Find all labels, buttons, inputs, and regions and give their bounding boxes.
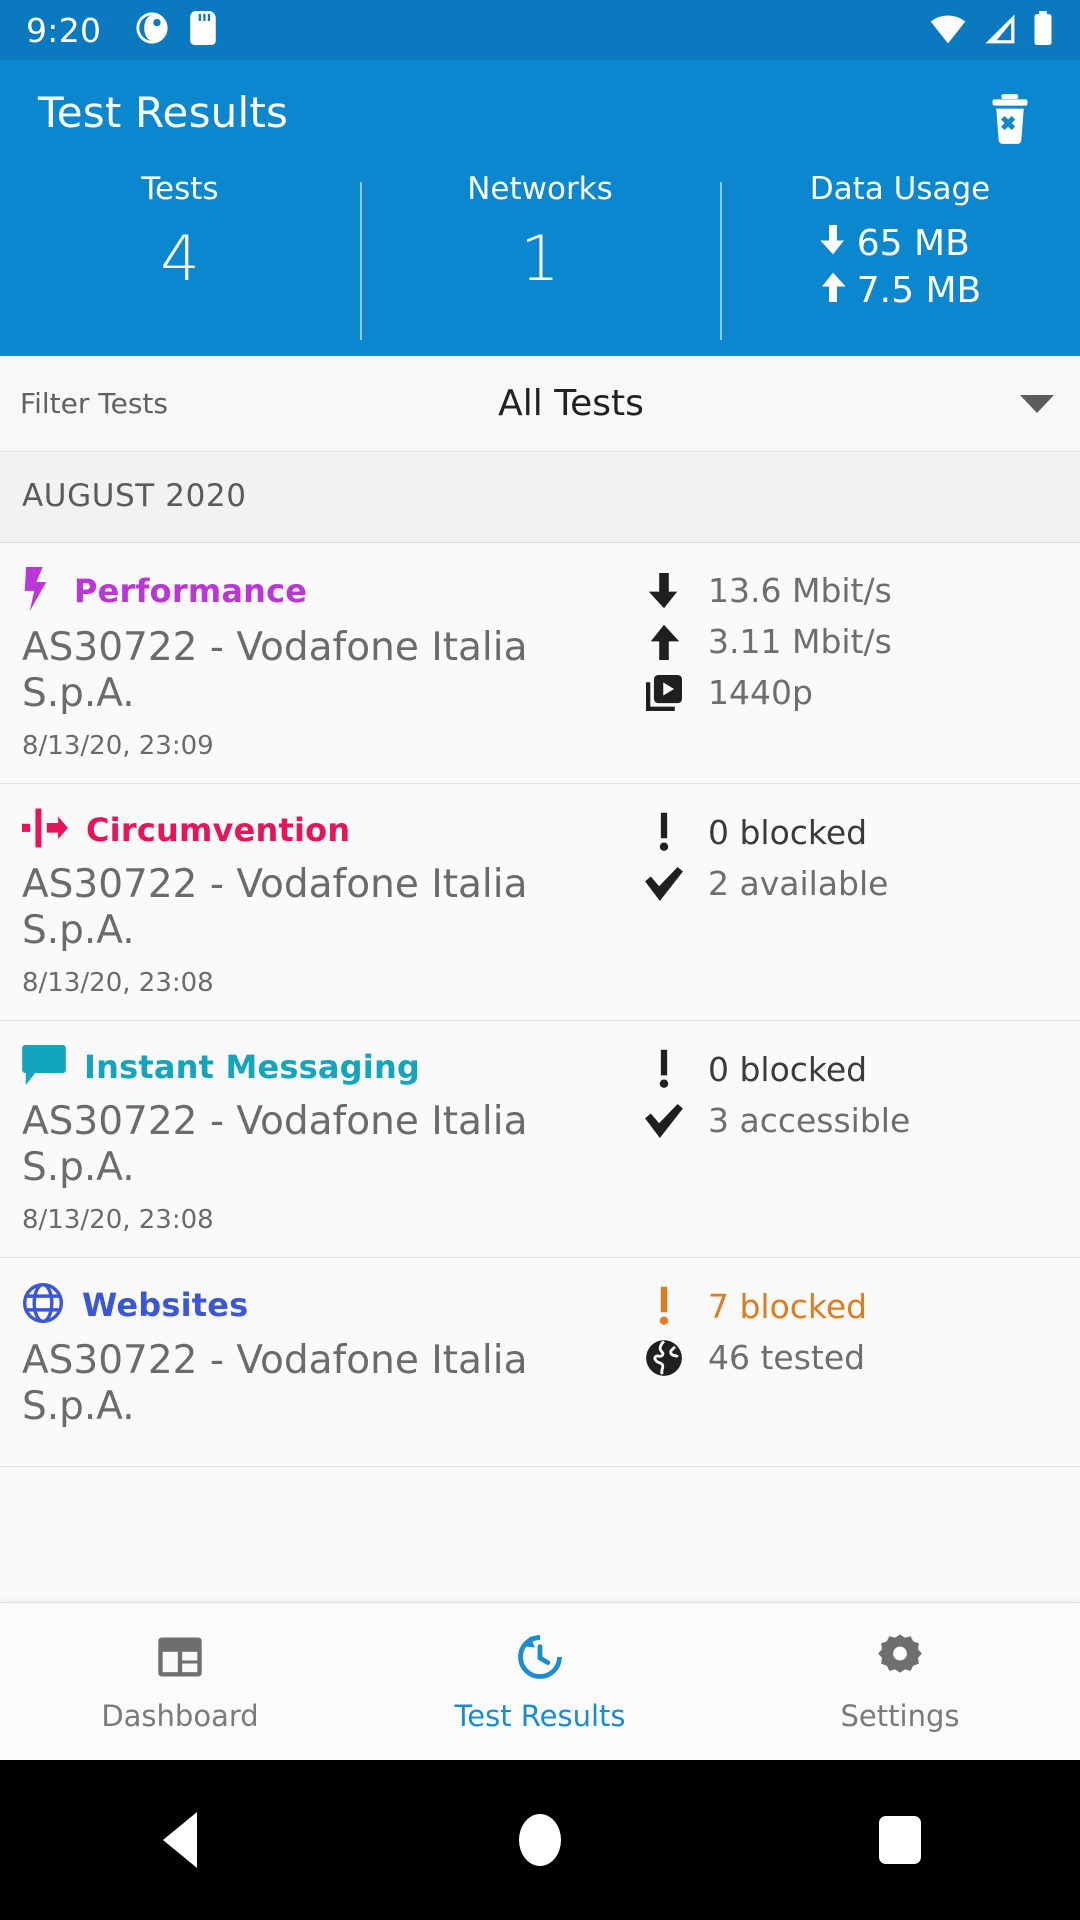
stat-tests-value: 4: [160, 222, 200, 295]
chevron-down-icon[interactable]: [1020, 394, 1054, 413]
filter-bar[interactable]: Filter Tests All Tests: [0, 356, 1080, 452]
data-usage-upload: 7.5 MB: [819, 270, 981, 311]
ooni-app-icon: [135, 11, 169, 49]
test-result-card[interactable]: Circumvention AS30722 - Vodafone Italia …: [0, 784, 1080, 1022]
nav-item-test-results[interactable]: Test Results: [360, 1631, 720, 1733]
globe-outline-icon: [22, 1282, 64, 1328]
measurement-upload-value: 3.11 Mbit/s: [708, 622, 892, 661]
test-result-card[interactable]: Instant Messaging AS30722 - Vodafone Ita…: [0, 1021, 1080, 1259]
gear-icon: [874, 1631, 926, 1687]
bottom-navigation: Dashboard Test Results Settings: [0, 1602, 1080, 1760]
stat-networks: Networks 1: [360, 174, 720, 350]
video-quality-icon: [642, 674, 686, 711]
wifi-icon: [928, 13, 968, 49]
download-arrow-icon: [819, 223, 847, 264]
test-result-title: Instant Messaging: [84, 1048, 421, 1087]
stat-networks-value: 1: [520, 222, 560, 295]
measurement-video-quality: 1440p: [642, 673, 1058, 712]
data-usage-download: 65 MB: [819, 223, 981, 264]
measurement-blocked-value: 0 blocked: [708, 1049, 868, 1089]
header-stats: Tests 4 Networks 1 Data Usage 65 MB 7.5 …: [0, 174, 1080, 350]
nav-item-settings-label: Settings: [840, 1698, 960, 1733]
nav-item-dashboard-label: Dashboard: [101, 1698, 259, 1733]
stat-tests-label: Tests: [141, 171, 219, 207]
status-bar-system-icons: [928, 11, 1054, 49]
test-result-network: AS30722 - Vodafone Italia S.p.A.: [22, 625, 528, 717]
measurement-upload: 3.11 Mbit/s: [642, 622, 1058, 661]
nav-item-test-results-label: Test Results: [454, 1698, 626, 1733]
status-bar-clock: 9:20: [26, 10, 102, 50]
upload-arrow-icon: [819, 270, 847, 311]
globe-filled-icon: [642, 1339, 686, 1377]
filter-select-value[interactable]: All Tests: [168, 383, 1020, 424]
data-usage-download-value: 65 MB: [856, 223, 970, 264]
measurement-available: 2 available: [642, 864, 1058, 903]
measurement-available-value: 2 available: [708, 864, 889, 904]
measurement-accessible: 3 accessible: [642, 1101, 1058, 1140]
android-recents-button[interactable]: [720, 1816, 1080, 1864]
android-navigation-bar: [0, 1760, 1080, 1920]
test-result-card[interactable]: Performance AS30722 - Vodafone Italia S.…: [0, 543, 1080, 785]
delete-all-icon: [987, 93, 1033, 149]
stat-data-usage: Data Usage 65 MB 7.5 MB: [720, 174, 1080, 350]
delete-all-button[interactable]: [982, 90, 1038, 152]
measurement-blocked: 0 blocked: [642, 812, 1058, 852]
stat-networks-label: Networks: [467, 171, 613, 207]
measurement-blocked: 0 blocked: [642, 1049, 1058, 1089]
test-result-card[interactable]: Websites AS30722 - Vodafone Italia S.p.A…: [0, 1258, 1080, 1468]
android-home-button[interactable]: [360, 1814, 720, 1866]
measurement-download-value: 13.6 Mbit/s: [708, 571, 892, 610]
measurement-accessible-value: 3 accessible: [708, 1101, 911, 1141]
test-result-timestamp: 8/13/20, 23:08: [22, 1205, 214, 1236]
measurement-blocked: 7 blocked: [642, 1286, 1058, 1326]
battery-icon: [1032, 11, 1054, 49]
checkmark-icon: [642, 1103, 686, 1138]
exclamation-icon: [642, 1286, 686, 1326]
measurement-blocked-value: 7 blocked: [708, 1286, 868, 1326]
recents-square-icon: [879, 1816, 921, 1864]
sd-card-icon: [189, 11, 217, 49]
nav-item-settings[interactable]: Settings: [720, 1631, 1080, 1733]
exclamation-icon: [642, 812, 686, 852]
test-result-title: Websites: [82, 1286, 249, 1325]
test-result-title: Circumvention: [86, 811, 351, 850]
back-triangle-icon: [163, 1812, 197, 1868]
app-header: Test Results Tests 4 Networks 1 Data Usa…: [0, 60, 1080, 356]
stat-tests: Tests 4: [0, 174, 360, 350]
measurement-tested: 46 tested: [642, 1338, 1058, 1377]
status-bar-notification-icons: [135, 11, 217, 49]
measurement-download: 13.6 Mbit/s: [642, 571, 1058, 610]
exclamation-icon: [642, 1049, 686, 1089]
measurement-video-quality-value: 1440p: [708, 673, 813, 712]
filter-label: Filter Tests: [20, 387, 168, 420]
home-circle-icon: [519, 1814, 561, 1866]
test-result-network: AS30722 - Vodafone Italia S.p.A.: [22, 1099, 528, 1191]
test-result-timestamp: 8/13/20, 23:08: [22, 968, 214, 999]
stat-data-usage-label: Data Usage: [809, 171, 991, 207]
lightning-bolt-icon: [22, 567, 56, 615]
circumvention-icon: [22, 808, 68, 852]
test-result-timestamp: 8/13/20, 23:09: [22, 731, 214, 762]
test-result-network: AS30722 - Vodafone Italia S.p.A.: [22, 1338, 528, 1430]
dashboard-icon: [154, 1631, 206, 1687]
android-back-button[interactable]: [0, 1812, 360, 1868]
test-result-network: AS30722 - Vodafone Italia S.p.A.: [22, 862, 528, 954]
download-arrow-icon: [642, 572, 686, 609]
upload-arrow-icon: [642, 624, 686, 660]
data-usage-upload-value: 7.5 MB: [856, 270, 982, 311]
history-clock-icon: [514, 1631, 566, 1687]
cellular-signal-icon: [982, 13, 1018, 49]
test-result-title: Performance: [74, 572, 308, 610]
page-title: Test Results: [38, 88, 289, 137]
chat-bubble-icon: [22, 1045, 66, 1089]
nav-item-dashboard[interactable]: Dashboard: [0, 1631, 360, 1733]
measurement-tested-value: 46 tested: [708, 1338, 866, 1378]
checkmark-icon: [642, 866, 686, 901]
month-section-header: AUGUST 2020: [0, 452, 1080, 543]
measurement-blocked-value: 0 blocked: [708, 812, 868, 852]
status-bar: 9:20: [0, 0, 1080, 60]
app-root: 9:20 Test Results Tests 4 Networks 1 Dat…: [0, 0, 1080, 1920]
